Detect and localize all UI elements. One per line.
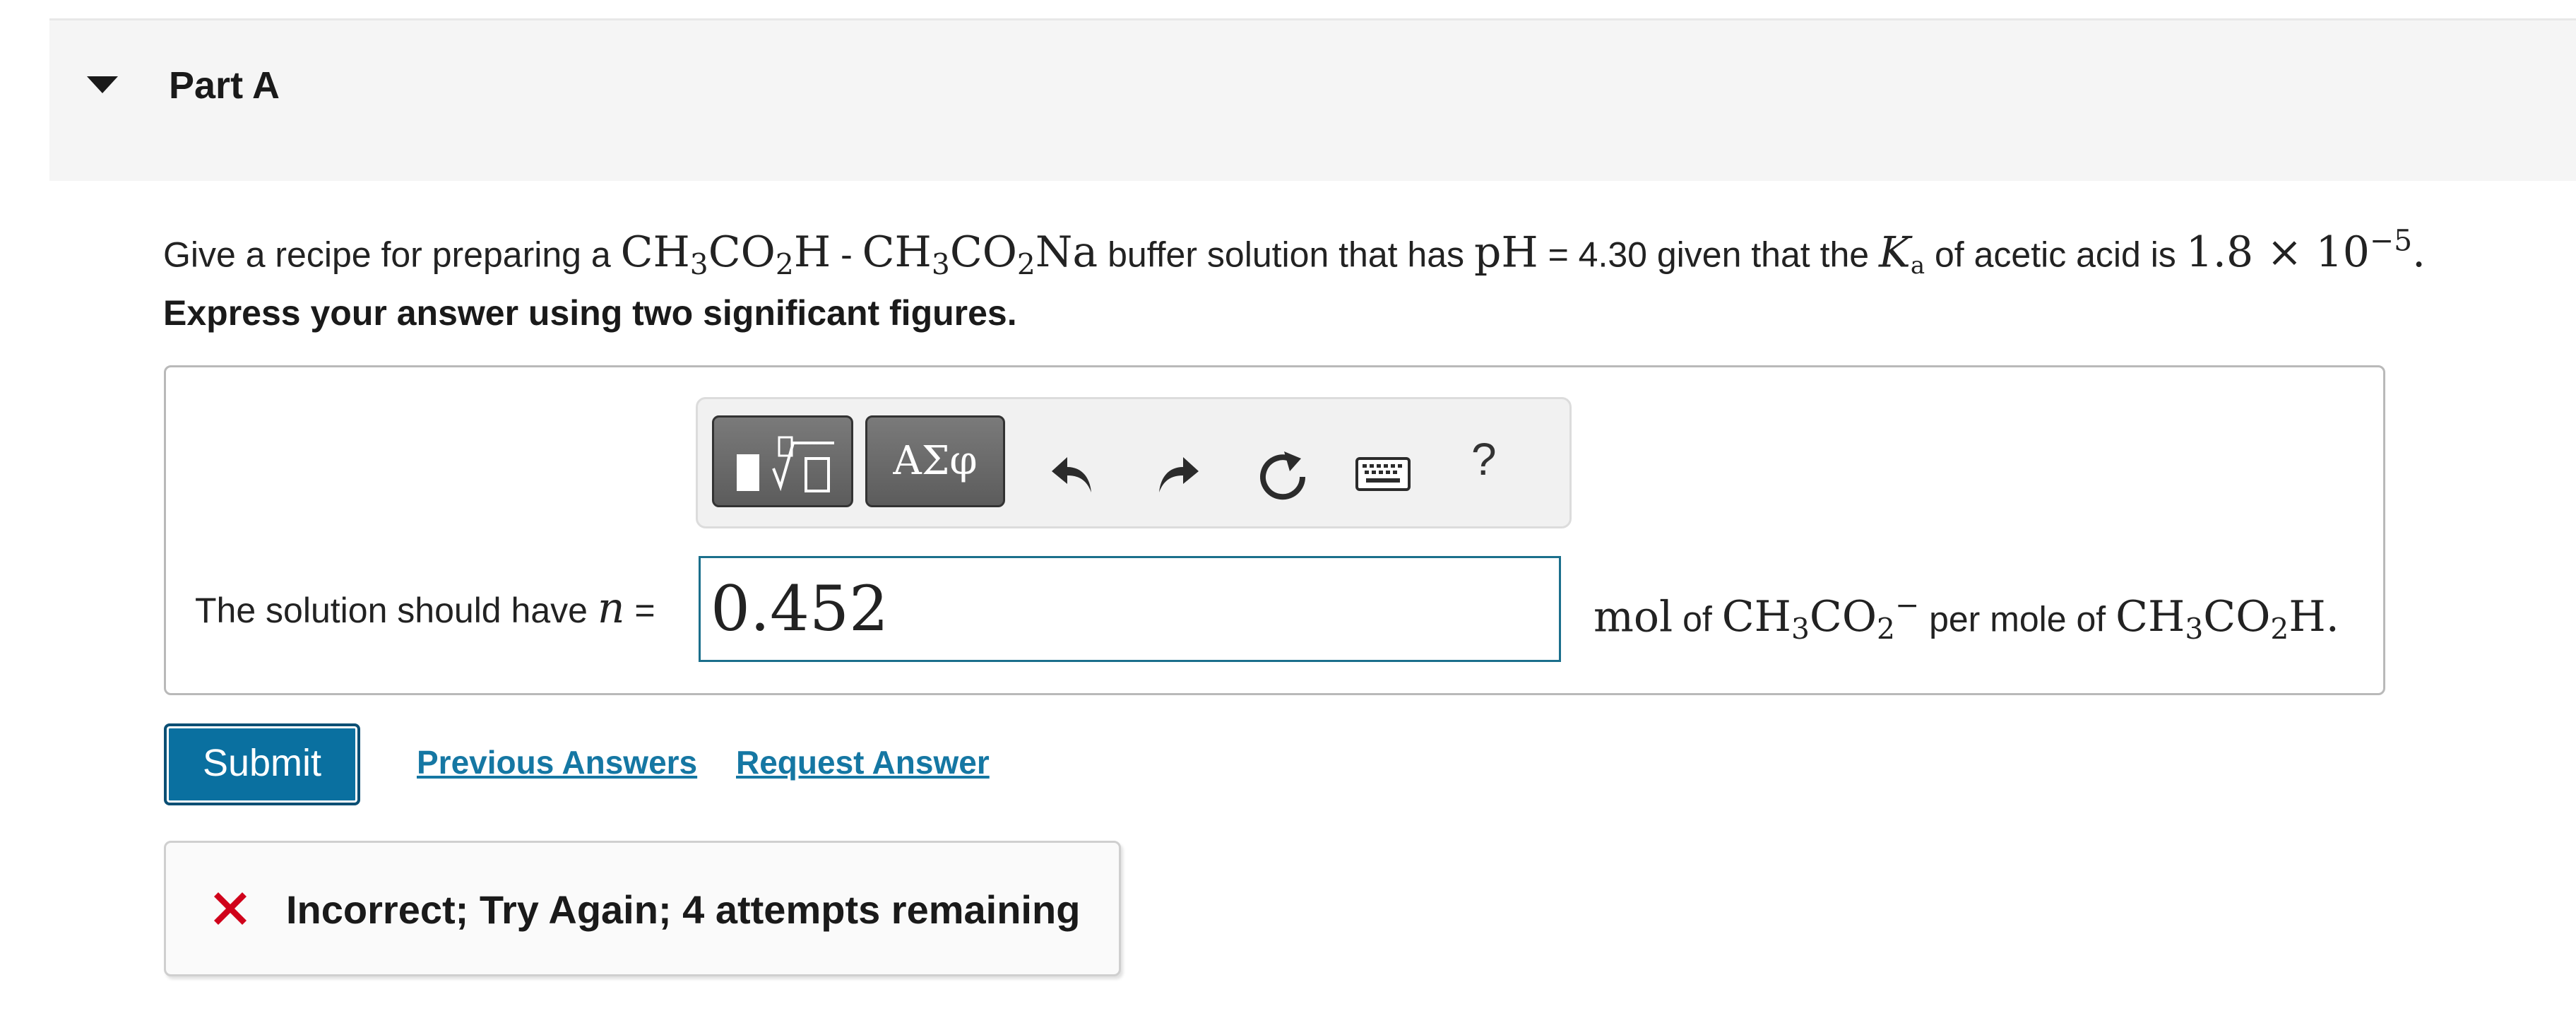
- undo-button[interactable]: [1047, 449, 1097, 498]
- reset-icon: [1260, 451, 1306, 500]
- part-header[interactable]: [49, 20, 2576, 181]
- answer-input[interactable]: 0.452: [699, 556, 1561, 662]
- acid-formula: CH3CO2H: [620, 227, 831, 282]
- keyboard-button[interactable]: [1355, 454, 1411, 494]
- answer-label: The solution should have n =: [195, 584, 655, 633]
- previous-answers-link[interactable]: Previous Answers: [417, 743, 697, 781]
- keyboard-icon: [1355, 457, 1411, 491]
- symbols-button[interactable]: ΑΣφ: [865, 415, 1005, 507]
- anion-formula: CH3CO2−: [1721, 589, 1920, 646]
- salt-formula: CH3CO2Na: [862, 227, 1098, 282]
- redo-icon: [1159, 457, 1199, 492]
- request-answer-link[interactable]: Request Answer: [736, 743, 990, 781]
- collapse-caret-icon[interactable]: [87, 76, 118, 93]
- part-title: Part A: [169, 64, 280, 107]
- acid-formula-unit: CH3CO2H.: [2115, 592, 2339, 646]
- answer-unit-text: mol of CH3CO2− per mole of CH3CO2H.: [1593, 589, 2339, 646]
- math-toolbar: ΑΣφ ?: [696, 397, 1572, 528]
- feedback-box: Incorrect; Try Again; 4 attempts remaini…: [164, 841, 1121, 976]
- reset-button[interactable]: [1256, 449, 1310, 502]
- help-button[interactable]: ?: [1471, 433, 1497, 485]
- templates-button[interactable]: [712, 415, 853, 507]
- x-icon: [208, 887, 252, 934]
- submit-button[interactable]: Submit: [164, 723, 360, 805]
- instruction-text: Express your answer using two significan…: [163, 293, 1017, 333]
- feedback-message: Incorrect; Try Again; 4 attempts remaini…: [286, 887, 1081, 932]
- templates-icon: [737, 436, 834, 492]
- redo-button[interactable]: [1153, 449, 1203, 498]
- undo-icon: [1052, 457, 1091, 492]
- question-text: Give a recipe for preparing a CH3CO2H - …: [163, 224, 2426, 282]
